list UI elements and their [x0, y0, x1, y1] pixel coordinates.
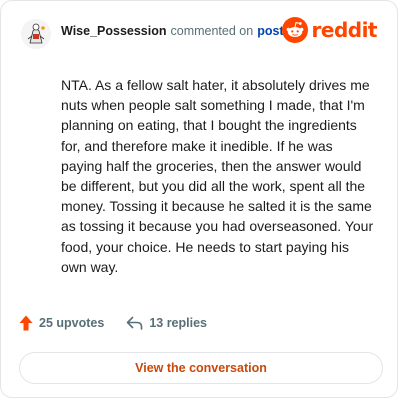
- comment-meta: Wise_Possession commented on post: [61, 24, 284, 38]
- upvote-arrow-icon: [19, 315, 33, 331]
- replies-count: 13 replies: [149, 316, 207, 330]
- action-text: commented on: [170, 24, 254, 38]
- username[interactable]: Wise_Possession: [61, 24, 167, 38]
- reddit-snoo-icon: [281, 17, 308, 43]
- reddit-logo[interactable]: reddit: [281, 17, 378, 43]
- comment-card: Wise_Possession commented on post reddit…: [0, 0, 398, 398]
- comment-body: NTA. As a fellow salt hater, it absolute…: [61, 77, 374, 275]
- upvotes-stat[interactable]: 25 upvotes: [19, 315, 104, 331]
- avatar-icon[interactable]: [21, 19, 51, 49]
- brand-name: reddit: [311, 18, 378, 42]
- post-link[interactable]: post: [257, 24, 283, 38]
- replies-stat[interactable]: 13 replies: [126, 316, 207, 330]
- upvotes-count: 25 upvotes: [39, 316, 105, 330]
- reply-arrow-icon: [127, 316, 143, 330]
- view-conversation-button[interactable]: View the conversation: [19, 352, 383, 384]
- comment-stats: 25 upvotes 13 replies: [19, 315, 207, 331]
- comment-header: Wise_Possession commented on post reddit: [21, 17, 378, 51]
